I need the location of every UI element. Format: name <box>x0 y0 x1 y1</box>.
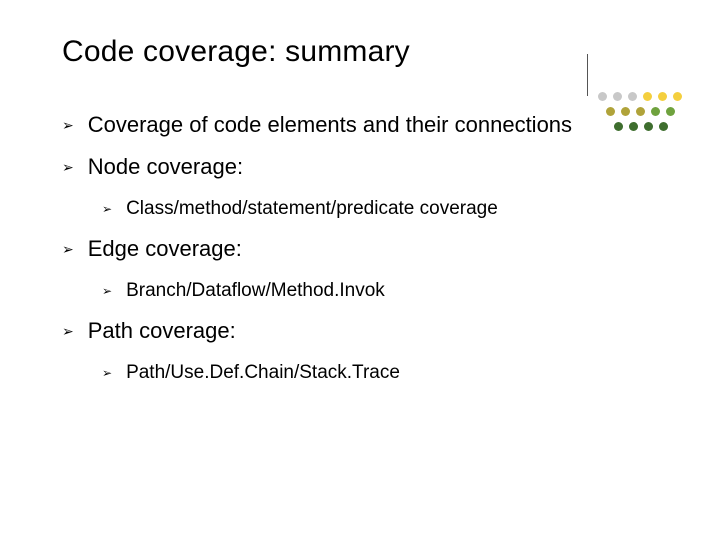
chevron-right-icon: ➢ <box>102 361 112 385</box>
slide-title: Code coverage: summary <box>62 35 670 69</box>
bullet-text: Node coverage: <box>88 153 243 181</box>
slide-content: ➢ Coverage of code elements and their co… <box>62 111 670 385</box>
bullet-text: Path/Use.Def.Chain/Stack.Trace <box>126 361 400 385</box>
sub-bullet-list: ➢ Class/method/statement/predicate cover… <box>102 197 670 221</box>
dots-row <box>614 122 668 131</box>
bullet-text: Edge coverage: <box>88 235 242 263</box>
chevron-right-icon: ➢ <box>62 235 74 263</box>
dots-row <box>606 107 675 116</box>
bullet-text: Path coverage: <box>88 317 236 345</box>
list-item: ➢ Path/Use.Def.Chain/Stack.Trace <box>102 361 670 385</box>
bullet-text: Branch/Dataflow/Method.Invok <box>126 279 385 303</box>
sub-bullet-list: ➢ Branch/Dataflow/Method.Invok <box>102 279 670 303</box>
slide: Code coverage: summary ➢ Coverage of cod… <box>0 0 720 540</box>
bullet-list: ➢ Coverage of code elements and their co… <box>62 111 670 385</box>
list-item: ➢ Path coverage: ➢ Path/Use.Def.Chain/St… <box>62 317 670 385</box>
bullet-text: Class/method/statement/predicate coverag… <box>126 197 498 221</box>
decorative-dots <box>580 34 690 144</box>
chevron-right-icon: ➢ <box>62 317 74 345</box>
sub-bullet-list: ➢ Path/Use.Def.Chain/Stack.Trace <box>102 361 670 385</box>
decorative-tick <box>587 54 588 96</box>
list-item: ➢ Node coverage: ➢ Class/method/statemen… <box>62 153 670 221</box>
list-item: ➢ Class/method/statement/predicate cover… <box>102 197 670 221</box>
chevron-right-icon: ➢ <box>62 153 74 181</box>
dots-row <box>598 92 682 101</box>
list-item: ➢ Branch/Dataflow/Method.Invok <box>102 279 670 303</box>
chevron-right-icon: ➢ <box>102 279 112 303</box>
chevron-right-icon: ➢ <box>102 197 112 221</box>
list-item: ➢ Edge coverage: ➢ Branch/Dataflow/Metho… <box>62 235 670 303</box>
list-item: ➢ Coverage of code elements and their co… <box>62 111 670 139</box>
bullet-text: Coverage of code elements and their conn… <box>88 111 572 139</box>
chevron-right-icon: ➢ <box>62 111 74 139</box>
